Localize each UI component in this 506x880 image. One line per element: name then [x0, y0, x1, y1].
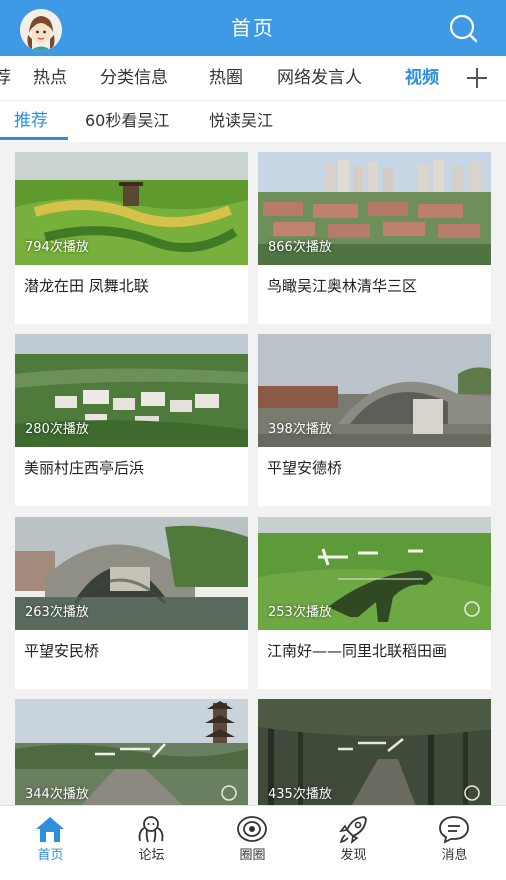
video-title: 潜龙在田 凤舞北联 [24, 277, 149, 295]
play-count: 398次播放 [268, 422, 332, 437]
nav-messages[interactable]: 消息 [404, 806, 505, 880]
play-count: 866次播放 [268, 240, 332, 255]
channel-tab-video[interactable]: 视频 [405, 56, 439, 100]
video-thumbnail: 866次播放 [258, 152, 491, 265]
nav-circle[interactable]: 圈圈 [202, 806, 303, 880]
video-card[interactable]: 866次播放 鸟瞰吴江奥林清华三区 [258, 152, 491, 324]
app-header: 首页 [0, 0, 506, 56]
nav-label: 发现 [340, 848, 367, 863]
channel-tab-spokesperson[interactable]: 网络发言人 [277, 56, 362, 100]
video-card[interactable]: 263次播放 平望安民桥 [15, 517, 248, 689]
video-title: 鸟瞰吴江奥林清华三区 [267, 277, 418, 295]
video-card[interactable]: 344次播放 [15, 699, 248, 805]
video-thumbnail: 435次播放 [258, 699, 491, 805]
play-count: 435次播放 [268, 787, 332, 802]
active-tab-indicator [0, 137, 68, 140]
video-thumbnail: 263次播放 [15, 517, 248, 630]
video-card[interactable]: 280次播放 美丽村庄西亭后浜 [15, 334, 248, 506]
sub-tab-reading[interactable]: 悦读吴江 [209, 101, 273, 141]
video-thumbnail: 398次播放 [258, 334, 491, 447]
page-title: 首页 [231, 16, 275, 40]
video-title: 江南好——同里北联稻田画 [267, 642, 448, 660]
nav-label: 消息 [441, 848, 468, 863]
video-title: 平望安德桥 [267, 459, 343, 477]
sub-tab-recommend[interactable]: 推荐 [14, 101, 48, 141]
forum-icon [138, 816, 164, 843]
message-icon [439, 816, 469, 844]
channel-nav: 荐 热点 分类信息 热圈 网络发言人 视频 [0, 56, 506, 100]
sub-tabs: 推荐 60秒看吴江 悦读吴江 [0, 100, 506, 142]
video-card[interactable]: 794次播放 潜龙在田 凤舞北联 [15, 152, 248, 324]
search-button[interactable] [446, 13, 480, 45]
play-count: 344次播放 [25, 787, 89, 802]
channel-tab-hot-circle[interactable]: 热圈 [209, 56, 243, 100]
plus-icon [467, 68, 487, 88]
bottom-nav: 首页 论坛 圈圈 发现 消息 [0, 805, 506, 880]
video-grid: 794次播放 潜龙在田 凤舞北联 866次播放 鸟瞰吴江奥林清华三区 280次播… [0, 142, 506, 805]
video-thumbnail: 794次播放 [15, 152, 248, 265]
nav-forum[interactable]: 论坛 [101, 806, 202, 880]
nav-discover[interactable]: 发现 [303, 806, 404, 880]
channel-tab-classified[interactable]: 分类信息 [100, 56, 168, 100]
nav-home[interactable]: 首页 [0, 806, 101, 880]
nav-label: 论坛 [138, 848, 165, 863]
video-thumbnail: 280次播放 [15, 334, 248, 447]
channel-tab-hot[interactable]: 热点 [33, 56, 67, 100]
video-card[interactable]: 253次播放 江南好——同里北联稻田画 [258, 517, 491, 689]
video-title: 平望安民桥 [24, 642, 100, 660]
add-channel-button[interactable] [462, 62, 492, 94]
home-icon [36, 817, 64, 842]
video-thumbnail: 344次播放 [15, 699, 248, 805]
video-title: 美丽村庄西亭后浜 [24, 459, 145, 477]
play-count: 280次播放 [25, 422, 89, 437]
play-count: 263次播放 [25, 605, 89, 620]
video-thumbnail: 253次播放 [258, 517, 491, 630]
sub-tab-60s[interactable]: 60秒看吴江 [85, 101, 169, 141]
search-icon [449, 14, 478, 43]
rocket-icon [339, 816, 367, 844]
nav-label: 圈圈 [239, 848, 266, 863]
channel-tab-recommend[interactable]: 荐 [0, 56, 11, 100]
circle-icon [237, 816, 267, 842]
play-count: 253次播放 [268, 605, 332, 620]
nav-label: 首页 [37, 848, 64, 863]
video-card[interactable]: 435次播放 [258, 699, 491, 805]
play-count: 794次播放 [25, 240, 89, 255]
video-card[interactable]: 398次播放 平望安德桥 [258, 334, 491, 506]
